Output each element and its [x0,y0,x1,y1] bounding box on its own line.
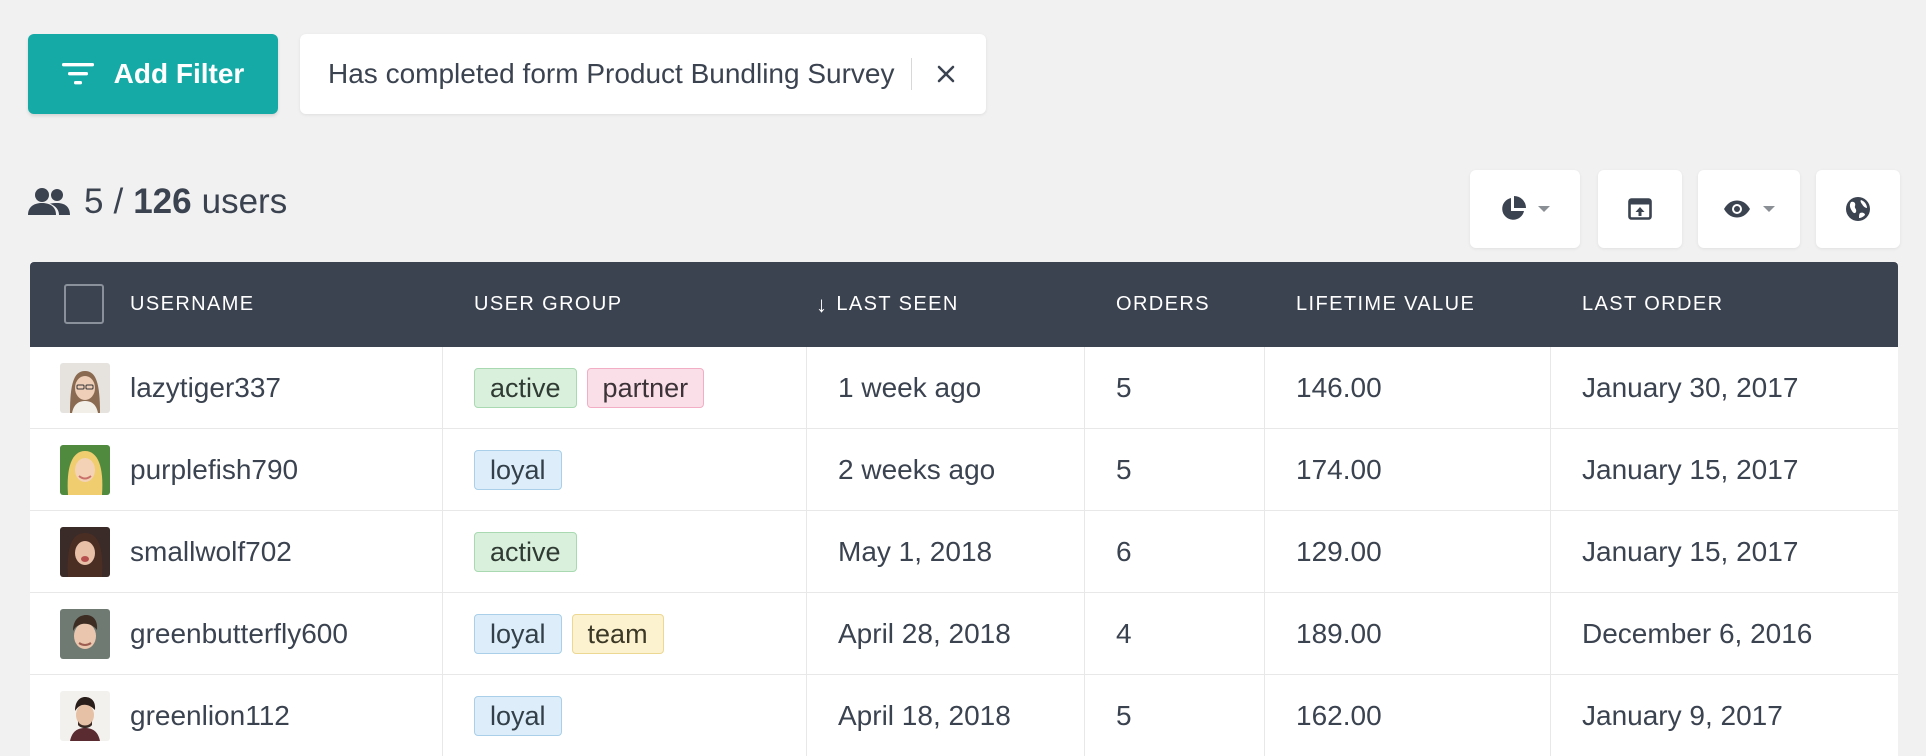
table-row[interactable]: lazytiger337 active partner 1 week ago 5… [30,347,1898,429]
chip-divider [910,58,912,90]
group-tag[interactable]: partner [586,368,705,408]
last-seen-cell: 2 weeks ago [838,454,996,485]
avatar [60,609,110,659]
export-button[interactable] [1598,170,1682,248]
user-group-cell: loyal team [474,593,674,675]
globe-button[interactable] [1816,170,1900,248]
username-cell[interactable]: lazytiger337 [130,347,281,429]
close-icon [937,65,954,83]
remove-filter-button[interactable] [928,56,964,92]
orders-cell: 5 [1116,700,1132,731]
last-order-cell: December 6, 2016 [1582,618,1813,649]
table-row[interactable]: smallwolf702 active May 1, 2018 6 129.00… [30,511,1898,593]
users-page: Add Filter Has completed form Product Bu… [0,0,1926,756]
last-order-cell: January 9, 2017 [1582,700,1783,731]
user-group-cell: active partner [474,347,714,429]
orders-cell: 5 [1116,372,1132,403]
column-header-lifetime-value[interactable]: LIFETIME VALUE [1296,262,1475,347]
avatar [60,691,110,741]
users-table: USERNAME USER GROUP ↓ LAST SEEN ORDERS L… [30,262,1898,756]
last-seen-cell: April 18, 2018 [838,700,1011,731]
lifetime-value-cell: 189.00 [1296,618,1382,649]
username-cell[interactable]: greenlion112 [130,675,290,756]
username-cell[interactable]: greenbutterfly600 [130,593,348,675]
group-tag[interactable]: loyal [474,614,562,654]
user-group-cell: loyal [474,675,572,756]
avatar [60,363,110,413]
active-filter-chip[interactable]: Has completed form Product Bundling Surv… [300,34,986,114]
group-tag[interactable]: team [571,614,664,654]
eye-icon [1724,200,1750,218]
users-shown: 5 [84,182,104,221]
avatar [60,527,110,577]
table-row[interactable]: greenbutterfly600 loyal team April 28, 2… [30,593,1898,675]
lifetime-value-cell: 162.00 [1296,700,1382,731]
column-header-orders[interactable]: ORDERS [1116,262,1210,347]
user-group-cell: loyal [474,429,572,511]
users-separator: / [113,182,124,221]
lifetime-value-cell: 174.00 [1296,454,1382,485]
username-cell[interactable]: purplefish790 [130,429,298,511]
column-header-username[interactable]: USERNAME [130,262,255,347]
users-icon [28,188,70,215]
column-header-last-seen[interactable]: ↓ LAST SEEN [816,262,959,347]
avatar [60,445,110,495]
chart-dropdown-button[interactable] [1470,170,1580,248]
group-tag[interactable]: active [474,368,577,408]
export-icon [1628,198,1652,220]
column-header-last-order[interactable]: LAST ORDER [1582,262,1723,347]
users-total: 126 [133,182,192,221]
last-order-cell: January 15, 2017 [1582,454,1799,485]
orders-cell: 6 [1116,536,1132,567]
table-row[interactable]: purplefish790 loyal 2 weeks ago 5 174.00… [30,429,1898,511]
table-row[interactable]: greenlion112 loyal April 18, 2018 5 162.… [30,675,1898,756]
group-tag[interactable]: loyal [474,450,562,490]
group-tag[interactable]: active [474,532,577,572]
last-seen-cell: 1 week ago [838,372,982,403]
users-count: 5 / 126 users [28,182,287,222]
lifetime-value-cell: 129.00 [1296,536,1382,567]
column-header-user-group[interactable]: USER GROUP [474,262,622,347]
add-filter-label: Add Filter [113,58,245,89]
last-order-cell: January 30, 2017 [1582,372,1799,403]
username-cell[interactable]: smallwolf702 [130,511,292,593]
chevron-down-icon [1538,206,1550,212]
orders-cell: 5 [1116,454,1132,485]
group-tag[interactable]: loyal [474,696,562,736]
lifetime-value-cell: 146.00 [1296,372,1382,403]
chevron-down-icon [1763,206,1775,212]
filter-icon [61,63,94,85]
visibility-dropdown-button[interactable] [1698,170,1800,248]
user-group-cell: active [474,511,587,593]
sort-down-icon: ↓ [816,291,829,317]
active-filter-text: Has completed form Product Bundling Surv… [328,58,895,89]
orders-cell: 4 [1116,618,1132,649]
last-seen-cell: May 1, 2018 [838,536,993,567]
users-unit: users [201,182,288,221]
add-filter-button[interactable]: Add Filter [28,34,278,114]
globe-icon [1846,197,1870,221]
last-order-cell: January 15, 2017 [1582,536,1799,567]
table-header: USERNAME USER GROUP ↓ LAST SEEN ORDERS L… [30,262,1898,347]
select-all-checkbox[interactable] [64,284,104,324]
last-seen-cell: April 28, 2018 [838,618,1011,649]
pie-chart-icon [1502,196,1526,220]
